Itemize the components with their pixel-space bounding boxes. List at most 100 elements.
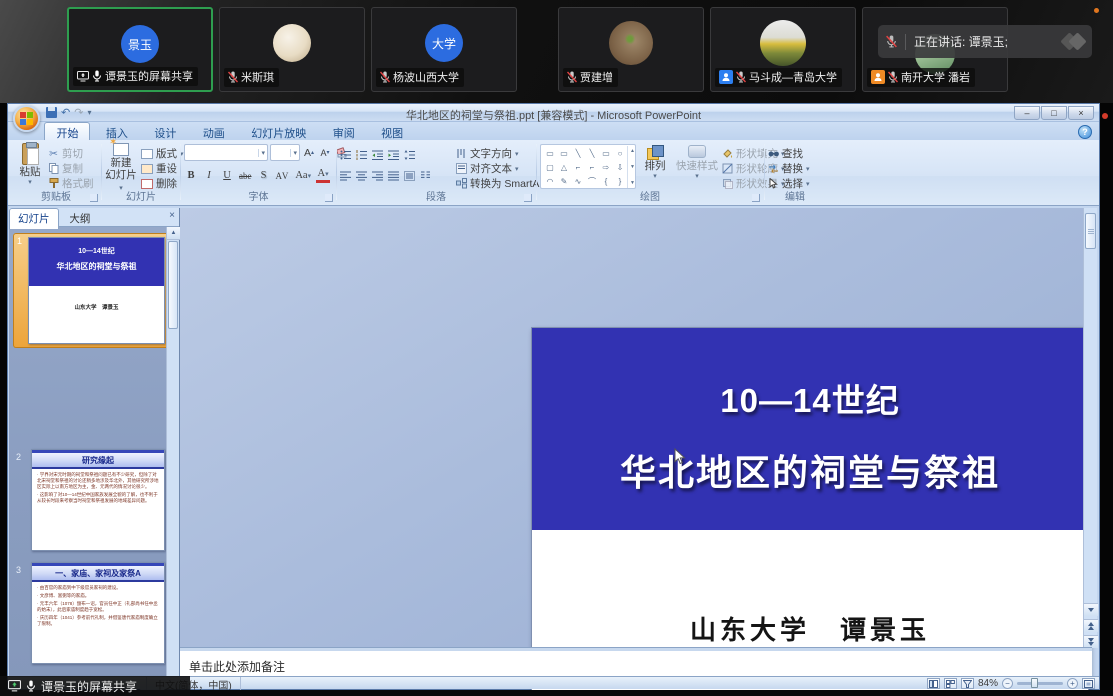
font-size-combo[interactable]: ▾ [270, 144, 300, 161]
font-name-combo[interactable]: ▾ [184, 144, 268, 161]
shape-icon[interactable]: ◠ [543, 174, 557, 188]
slideshow-view-button[interactable] [961, 678, 974, 689]
replace-button[interactable]: 替换 ▾ [768, 161, 810, 176]
shape-icon[interactable]: ▭ [557, 146, 571, 160]
video-tile-misiqi[interactable]: 米斯琪 [219, 7, 365, 92]
underline-button[interactable]: U [220, 168, 234, 183]
slide-canvas[interactable]: 10—14世纪 华北地区的祠堂与祭祖 山东大学 谭景玉 [180, 208, 1092, 648]
close-button[interactable]: × [1068, 106, 1094, 120]
slide-title-block[interactable]: 10—14世纪 华北地区的祠堂与祭祖 [532, 328, 1088, 530]
copy-button[interactable]: 复制 [48, 161, 83, 176]
shape-icon[interactable]: ✎ [557, 174, 571, 188]
line-spacing-icon[interactable] [404, 149, 415, 160]
restore-button[interactable]: □ [1041, 106, 1067, 120]
zoom-out-button[interactable]: − [1002, 678, 1013, 689]
slide-thumbnail-2[interactable]: 研究缘起 学界对宋元时期的祠堂和祭祖问题已有不少研究，但除了对北宋祠堂和祭祖的讨… [31, 449, 165, 551]
zoom-in-button[interactable]: + [1067, 678, 1078, 689]
slide-thumbnail-1[interactable]: 10—14世纪 华北地区的祠堂与祭祖 山东大学 谭景玉 [28, 237, 165, 344]
qat-dropdown-icon[interactable]: ▾ [87, 108, 91, 117]
shape-icon[interactable]: ∿ [571, 174, 585, 188]
bold-button[interactable]: B [184, 168, 198, 183]
shape-icon[interactable]: } [613, 174, 627, 188]
align-left-icon[interactable] [340, 170, 351, 181]
panel-scrollbar[interactable]: ▲ [166, 227, 179, 678]
bullets-icon[interactable] [340, 149, 351, 160]
zoom-slider-thumb[interactable] [1031, 678, 1038, 688]
next-slide-button[interactable] [1084, 635, 1098, 648]
fit-to-window-button[interactable] [1082, 678, 1095, 689]
layout-button[interactable]: 版式 ▾ [141, 146, 184, 161]
scroll-down-button[interactable] [1084, 603, 1098, 616]
redo-button[interactable]: ↷ [74, 106, 83, 119]
main-slide[interactable]: 10—14世纪 华北地区的祠堂与祭祖 山东大学 谭景玉 [531, 327, 1089, 696]
shapes-scroll[interactable]: ▲▼▼ [627, 146, 637, 188]
numbering-icon[interactable] [356, 149, 367, 160]
cut-button[interactable]: ✂ 剪切 [48, 146, 83, 161]
video-tile-madoucheng[interactable]: 马斗成—青岛大学 [710, 7, 856, 92]
panel-close-icon[interactable]: × [169, 210, 175, 221]
tab-outline[interactable]: 大纲 [61, 209, 98, 229]
align-text-button[interactable]: 对齐文本 ▾ [456, 161, 519, 176]
grow-font-button[interactable]: A▴ [302, 145, 316, 160]
zoom-slider[interactable] [1017, 682, 1063, 685]
shape-icon[interactable]: ⌐ [585, 160, 599, 174]
shrink-font-button[interactable]: A▾ [318, 145, 332, 160]
shape-icon[interactable]: { [599, 174, 613, 188]
text-direction-button[interactable]: 文字方向 ▾ [456, 146, 519, 161]
video-tile-yangbo[interactable]: 大学 杨波山西大学 [371, 7, 517, 92]
vertical-scrollbar[interactable] [1083, 208, 1097, 648]
dialog-launcher[interactable] [325, 194, 333, 202]
dialog-launcher[interactable] [524, 194, 532, 202]
shape-icon[interactable]: ▭ [599, 146, 613, 160]
paste-button[interactable]: 粘贴 ▾ [14, 143, 46, 186]
change-case-button[interactable]: Aa▾ [294, 168, 312, 183]
video-tile-tanjingyu[interactable]: 景玉 谭景玉的屏幕共享 [67, 7, 213, 92]
notes-pane[interactable]: 单击此处添加备注 [180, 648, 1092, 679]
columns-icon[interactable] [420, 170, 431, 181]
zoom-percentage[interactable]: 84% [978, 678, 998, 689]
shape-icon[interactable]: ⇨ [599, 160, 613, 174]
shape-icon[interactable]: ╲ [585, 146, 599, 160]
dialog-launcher[interactable] [90, 194, 98, 202]
align-right-icon[interactable] [372, 170, 383, 181]
scroll-up-icon[interactable]: ▲ [167, 227, 180, 240]
shape-icon[interactable]: ⇩ [613, 160, 627, 174]
shape-icon[interactable]: ▢ [543, 160, 557, 174]
shape-icon[interactable]: ▭ [543, 146, 557, 160]
shape-icon[interactable]: ○ [613, 146, 627, 160]
decrease-indent-icon[interactable] [372, 149, 383, 160]
font-color-button[interactable]: A▾ [316, 168, 330, 183]
dialog-launcher[interactable] [752, 194, 760, 202]
slide-thumbnail-3[interactable]: 一、家庙、家祠及家祭A 由百官的家庙到中下级官员家祠的建设。 文彦博、富弼等的家… [31, 562, 165, 664]
strikethrough-button[interactable]: abe [238, 168, 253, 183]
shape-icon[interactable]: ⌐ [571, 160, 585, 174]
reset-button[interactable]: 重设 [141, 161, 177, 176]
shape-icon[interactable]: ⌒ [585, 174, 599, 188]
minimize-button[interactable]: – [1014, 106, 1040, 120]
justify-icon[interactable] [388, 170, 399, 181]
increase-indent-icon[interactable] [388, 149, 399, 160]
screen-share-toolbar[interactable]: 谭景玉的屏幕共享 [0, 676, 190, 696]
shapes-gallery[interactable]: ▭ ▭ ╲ ╲ ▭ ○ ▲▼▼ ▢ △ ⌐ ⌐ ⇨ ⇩ ◠ ✎ ∿ ⌒ [540, 144, 636, 189]
tab-slides[interactable]: 幻灯片 [9, 208, 59, 229]
shape-icon[interactable]: △ [557, 160, 571, 174]
help-icon[interactable]: ? [1078, 125, 1092, 139]
arrange-button[interactable]: 排列 ▾ [638, 145, 672, 180]
scroll-thumb[interactable] [1085, 213, 1096, 249]
panel-scroll-thumb[interactable] [168, 241, 178, 329]
previous-slide-button[interactable] [1084, 619, 1098, 632]
find-button[interactable]: 查找 [768, 146, 803, 161]
title-bar[interactable]: 华北地区的祠堂与祭祖.ppt [兼容模式] - Microsoft PowerP… [8, 104, 1099, 122]
save-icon[interactable] [46, 107, 57, 118]
text-shadow-button[interactable]: S [257, 168, 271, 183]
italic-button[interactable]: I [202, 168, 216, 183]
align-center-icon[interactable] [356, 170, 367, 181]
video-tile-jiajianzeng[interactable]: 贾建增 [558, 7, 704, 92]
distribute-icon[interactable] [404, 170, 415, 181]
normal-view-button[interactable] [927, 678, 940, 689]
undo-button[interactable]: ↶ [61, 106, 70, 119]
character-spacing-button[interactable]: AV [275, 168, 291, 183]
quick-styles-button[interactable]: 快速样式 ▾ [674, 145, 720, 180]
slide-sorter-view-button[interactable] [944, 678, 957, 689]
shape-icon[interactable]: ╲ [571, 146, 585, 160]
